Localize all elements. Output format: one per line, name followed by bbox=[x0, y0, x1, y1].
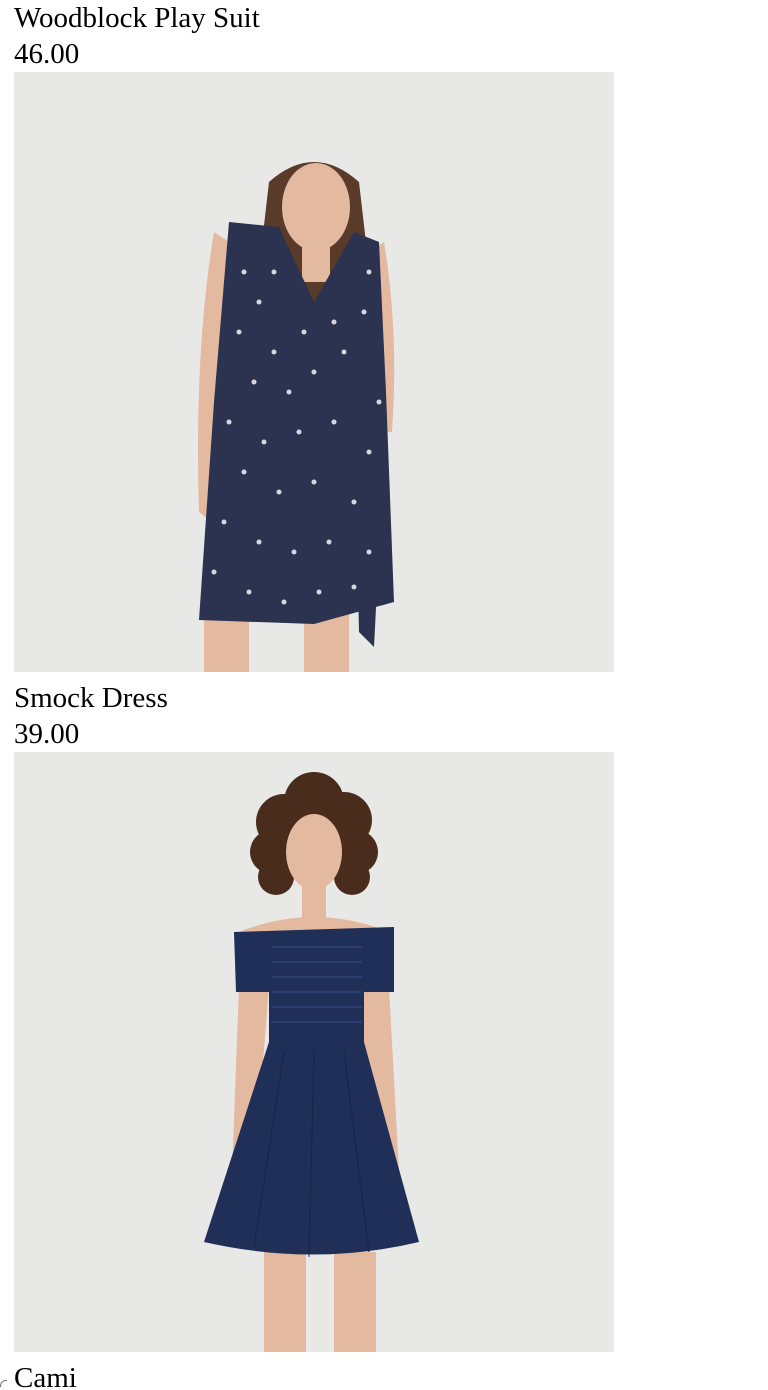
product-card-smock-dress[interactable]: Smock Dress 39.00 bbox=[14, 680, 168, 752]
product-card-woodblock-play-suit[interactable]: Woodblock Play Suit 46.00 bbox=[14, 0, 260, 72]
product-name[interactable]: Smock Dress bbox=[14, 680, 168, 716]
product-name[interactable]: Woodblock Play Suit bbox=[14, 0, 260, 36]
product-card-cami[interactable]: Cami bbox=[14, 1360, 77, 1390]
corner-artifact bbox=[0, 1380, 7, 1387]
product-name[interactable]: Cami bbox=[14, 1360, 77, 1390]
product-price: 39.00 bbox=[14, 718, 80, 750]
playsuit-photo bbox=[14, 72, 614, 672]
product-image-smock-dress[interactable] bbox=[14, 752, 614, 1352]
smock-dress-photo bbox=[14, 752, 614, 1352]
product-image-woodblock-play-suit[interactable] bbox=[14, 72, 614, 672]
product-price: 46.00 bbox=[14, 38, 80, 70]
